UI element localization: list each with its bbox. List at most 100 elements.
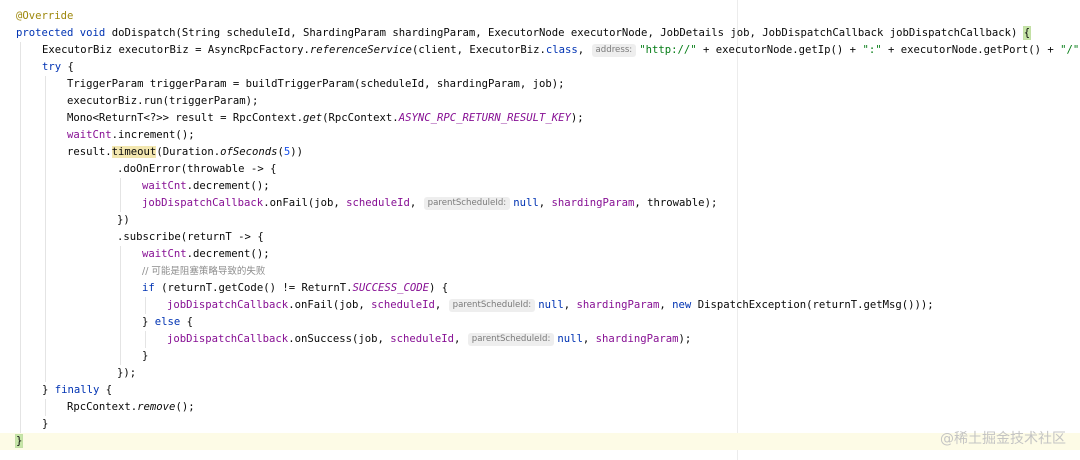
field-reference: jobDispatchCallback: [167, 333, 289, 345]
code-line-25: }: [0, 416, 1080, 433]
code-line-2: protected void doDispatch(String schedul…: [0, 25, 1080, 42]
indent-guide: [145, 297, 146, 314]
code-line-17: if (returnT.getCode() != ReturnT.SUCCESS…: [0, 280, 1080, 297]
parameter-hint: parentScheduleId:: [423, 197, 511, 210]
code-line-18: jobDispatchCallback.onFail(job, schedule…: [0, 297, 1080, 314]
indent-guide: [120, 263, 121, 280]
indent-guide: [20, 59, 21, 76]
code-text: .onSuccess(job,: [288, 333, 391, 345]
code-line-24: RpcContext.remove();: [0, 399, 1080, 416]
code-text: ,: [563, 299, 577, 311]
indent-guide: [45, 297, 46, 314]
parameter-hint: address:: [591, 44, 637, 57]
code-text: .doOnError(throwable -> {: [117, 163, 277, 175]
code-text: ,: [659, 299, 673, 311]
field-reference: waitCnt: [67, 129, 112, 141]
code-text: + executorNode.getIp() +: [696, 44, 863, 56]
matched-brace: {: [1022, 26, 1032, 40]
code-line-22: });: [0, 365, 1080, 382]
code-text: {: [99, 384, 113, 396]
code-line-12: jobDispatchCallback.onFail(job, schedule…: [0, 195, 1080, 212]
indent-guide: [120, 246, 121, 263]
indent-guide: [20, 42, 21, 59]
code-text: TriggerParam triggerParam = buildTrigger…: [67, 78, 565, 90]
indent-guide: [45, 365, 46, 382]
code-line-26: }: [0, 433, 1080, 450]
code-text: (Duration.: [156, 146, 221, 158]
code-text: });: [117, 367, 137, 379]
static-constant: ASYNC_RPC_RETURN_RESULT_KEY: [398, 112, 571, 124]
field-reference: scheduleId: [346, 197, 410, 209]
code-text: ,: [577, 44, 591, 56]
code-text: }: [42, 418, 49, 430]
code-text: {: [61, 61, 74, 73]
indent-guide: [45, 399, 46, 416]
code-text: ) {: [429, 282, 449, 294]
field-reference: shardingParam: [576, 299, 660, 311]
indent-guide: [20, 93, 21, 110]
code-text: .decrement();: [186, 248, 270, 260]
indent-guide: [20, 76, 21, 93]
method-call: ofSeconds: [220, 146, 278, 158]
indent-guide: [20, 399, 21, 416]
code-line-8: waitCnt.increment();: [0, 127, 1080, 144]
code-text: (client, ExecutorBiz.: [411, 44, 546, 56]
indent-guide: [45, 280, 46, 297]
code-line-7: Mono<ReturnT<?>> result = RpcContext.get…: [0, 110, 1080, 127]
keyword: if: [142, 282, 155, 294]
parameter-hint: parentScheduleId:: [448, 299, 536, 312]
indent-guide: [20, 365, 21, 382]
indent-guide: [120, 280, 121, 297]
code-editor[interactable]: @Override protected void doDispatch(Stri…: [0, 0, 1080, 460]
method-call: remove: [137, 401, 176, 413]
field-reference: waitCnt: [142, 180, 187, 192]
method-signature: doDispatch(String scheduleId, ShardingPa…: [105, 27, 1024, 39]
code-text: }: [142, 350, 149, 362]
indent-guide: [45, 93, 46, 110]
field-reference: jobDispatchCallback: [142, 197, 264, 209]
code-line-16: // 可能是阻塞策略导致的失败: [0, 263, 1080, 280]
code-line-1: @Override: [0, 8, 1080, 25]
code-line-4: try {: [0, 59, 1080, 76]
field-reference: scheduleId: [390, 333, 455, 345]
indent-guide: [20, 297, 21, 314]
code-line-11: waitCnt.decrement();: [0, 178, 1080, 195]
field-reference: waitCnt: [142, 248, 187, 260]
code-text: , throwable);: [634, 197, 718, 209]
indent-guide: [20, 178, 21, 195]
code-text: Mono<ReturnT<?>> result = RpcContext.: [67, 112, 303, 124]
indent-guide: [20, 348, 21, 365]
code-text: );: [570, 112, 584, 124]
code-line-23: } finally {: [0, 382, 1080, 399]
code-text: ,: [434, 299, 448, 311]
code-text: ,: [538, 197, 552, 209]
indent-guide: [45, 110, 46, 127]
indent-guide: [45, 212, 46, 229]
code-line-6: executorBiz.run(triggerParam);: [0, 93, 1080, 110]
string-literal: "http://": [639, 44, 697, 56]
code-text: );: [678, 333, 692, 345]
indent-guide: [20, 416, 21, 433]
keyword: class: [545, 44, 578, 56]
indent-guide: [45, 195, 46, 212]
field-reference: shardingParam: [595, 333, 679, 345]
indent-guide: [20, 161, 21, 178]
indent-guide: [20, 195, 21, 212]
indent-guide: [45, 229, 46, 246]
code-text: RpcContext.: [67, 401, 138, 413]
code-text: }): [117, 214, 130, 226]
indent-guide: [45, 144, 46, 161]
code-text: ();: [175, 401, 195, 413]
watermark: @稀土掘金技术社区: [940, 431, 1066, 447]
indent-guide: [120, 178, 121, 195]
string-literal: ":": [862, 44, 882, 56]
code-comment: // 可能是阻塞策略导致的失败: [142, 266, 266, 277]
code-line-19: } else {: [0, 314, 1080, 331]
code-text: {: [180, 316, 194, 328]
parameter-hint: parentScheduleId:: [467, 333, 555, 346]
code-area[interactable]: @Override protected void doDispatch(Stri…: [0, 8, 1080, 450]
code-text: ,: [582, 333, 596, 345]
code-text: )): [290, 146, 304, 158]
code-text: }: [42, 384, 55, 396]
code-text: .decrement();: [186, 180, 270, 192]
